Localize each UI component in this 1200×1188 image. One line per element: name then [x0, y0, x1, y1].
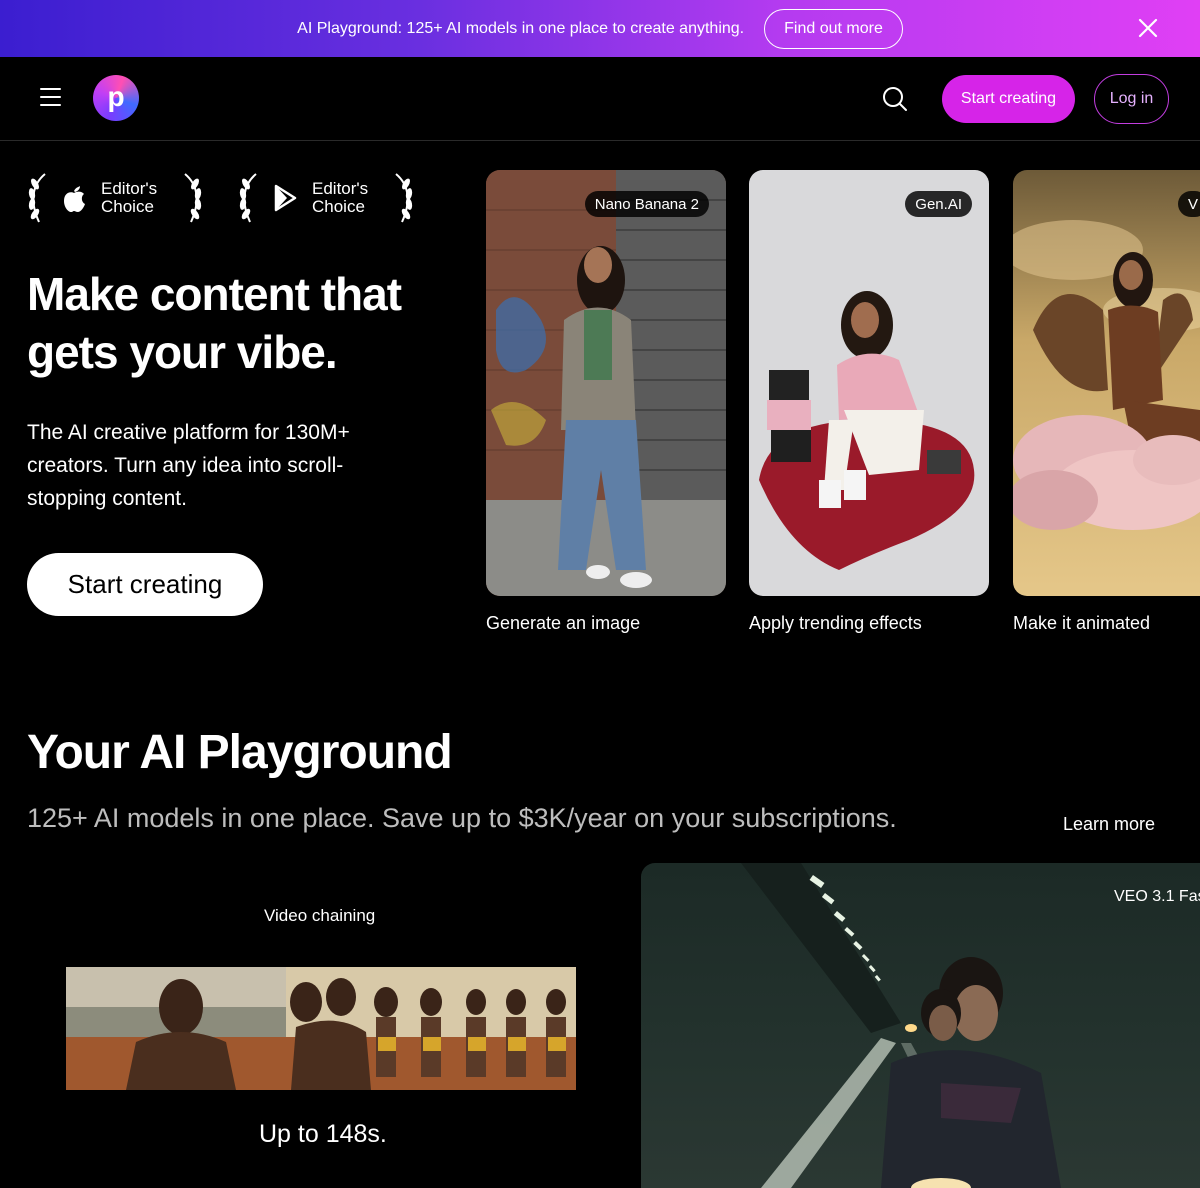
award-text: Editor's Choice	[312, 179, 369, 216]
close-icon[interactable]	[1136, 16, 1160, 40]
veo-video-preview[interactable]	[641, 863, 1200, 1188]
hero-subtitle: The AI creative platform for 130M+ creat…	[27, 421, 350, 510]
hero-title: Make content that gets your vibe.	[27, 268, 402, 378]
google-play-icon	[274, 184, 297, 212]
video-chaining-label: Video chaining	[264, 906, 376, 925]
promo-banner: AI Playground: 125+ AI models in one pla…	[0, 0, 1200, 57]
start-creating-header-button[interactable]: Start creating	[942, 75, 1075, 123]
card-caption: Apply trending effects	[749, 613, 922, 633]
model-badge: Gen.AI	[905, 191, 972, 217]
card-image: Gen.AI	[749, 170, 989, 596]
video-chaining-strip[interactable]	[66, 967, 576, 1090]
laurel-left-icon	[28, 173, 46, 223]
feature-card-animated[interactable]: V Make it animated	[1013, 170, 1200, 634]
laurel-right-icon	[184, 173, 202, 223]
search-icon[interactable]	[882, 86, 908, 112]
site-header: p Start creating Log in	[0, 57, 1200, 141]
laurel-right-icon	[395, 173, 413, 223]
card-image: V	[1013, 170, 1200, 596]
award-text: Editor's Choice	[101, 179, 158, 216]
veo-model-label: VEO 3.1 Fas	[1114, 888, 1200, 905]
video-chaining-caption: Up to 148s.	[259, 1120, 387, 1148]
learn-more-link[interactable]: Learn more	[1063, 814, 1155, 835]
start-creating-hero-button[interactable]: Start creating	[27, 553, 263, 616]
apple-icon	[64, 186, 85, 212]
card-caption: Make it animated	[1013, 613, 1151, 633]
brand-logo[interactable]: p	[93, 75, 139, 121]
promo-banner-text: AI Playground: 125+ AI models in one pla…	[297, 19, 745, 37]
feature-card-trending-effects[interactable]: Gen.AI Apply trending effects	[749, 170, 989, 634]
menu-icon[interactable]	[40, 88, 62, 108]
feature-card-generate-image[interactable]: Nano Banana 2 Generate an image	[486, 170, 726, 634]
laurel-left-icon	[239, 173, 257, 223]
card-caption: Generate an image	[486, 613, 641, 633]
model-badge: Nano Banana 2	[584, 191, 709, 217]
logo-letter: p	[107, 81, 125, 112]
model-badge: V	[1177, 191, 1200, 217]
login-button[interactable]: Log in	[1094, 74, 1169, 124]
playground-title: Your AI Playground	[27, 726, 453, 779]
award-google-play: Editor's Choice	[236, 170, 416, 226]
find-out-more-button[interactable]: Find out more	[764, 8, 903, 49]
card-image: Nano Banana 2	[486, 170, 726, 596]
playground-subtitle: 125+ AI models in one place. Save up to …	[27, 803, 897, 833]
award-apple: Editor's Choice	[25, 170, 205, 226]
